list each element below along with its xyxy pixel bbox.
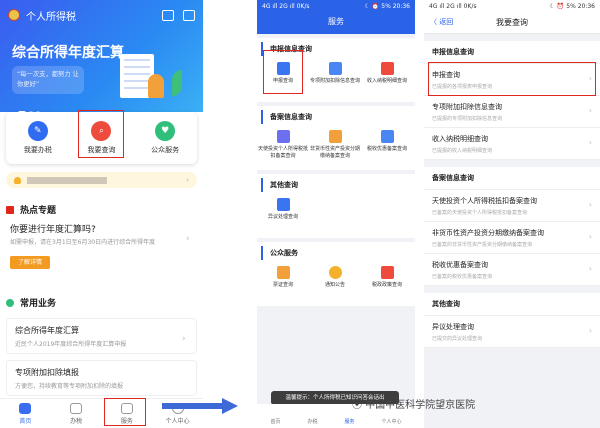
action-public-service[interactable]: ♥ 公众服务: [141, 121, 189, 155]
document-icon: [70, 402, 83, 414]
list-item[interactable]: 天使投资个人所得税抵扣备案查询 已备案的天使投资个人所得税抵扣备案查询 ›: [424, 190, 600, 222]
chevron-right-icon: ›: [588, 138, 592, 147]
highlight-query-box: [78, 110, 124, 158]
scan-icon[interactable]: [162, 9, 174, 21]
notice-bar[interactable]: ›: [6, 172, 197, 188]
masked-notice-text: [27, 176, 107, 184]
pen-icon: ✎: [27, 121, 48, 141]
tab-tax[interactable]: 办税: [56, 402, 96, 425]
chevron-right-icon: ›: [588, 264, 592, 273]
plant-illustration: [172, 70, 182, 96]
list-item[interactable]: 专项附加扣除信息查询 已提报的专项附加扣除信息查询 ›: [424, 96, 600, 128]
coin-icon: [328, 130, 342, 143]
app-title: 个人所得税: [26, 11, 76, 23]
query-header: 4G ıll 2G ıll 0K/s ☾ ⏰ 5% 20:36 〈 返回 我要查询: [424, 0, 600, 34]
flow-arrow-icon: [162, 398, 238, 414]
chevron-right-icon: ›: [588, 106, 592, 115]
grid-item-notice[interactable]: 通知公告: [309, 260, 361, 302]
grid-item-income-query[interactable]: 收入纳税明细查询: [361, 56, 413, 98]
highlight-service-tab: [104, 398, 146, 426]
grid-item-policy-query[interactable]: 税政政策查询: [361, 260, 413, 302]
group-public-service: 公众服务 票证查询 通知公告 税政政策查询: [257, 242, 415, 306]
banner-title: 综合所得年度汇算: [12, 45, 124, 61]
list-icon: [276, 198, 290, 211]
grid-item-nonmonetary-assets[interactable]: 非货币性资产投资分期缴纳备案查询: [309, 124, 361, 166]
tab-home[interactable]: 首页: [5, 402, 45, 425]
service-screen: 4G ıll 2G ıll 0K/s ☾ ⏰ 5% 20:36 服务 申报信息查询…: [257, 0, 415, 428]
grid-item-tax-preference[interactable]: 税收优惠备案查询: [361, 124, 413, 166]
file-icon: [328, 62, 342, 75]
chevron-right-icon: ›: [588, 232, 592, 241]
business-item[interactable]: 综合所得年度汇算 近民个人2019年度综合所得年度汇算申报: [6, 318, 197, 354]
section-declaration-query: 申报信息查询 申报查询 已提报的各项报表申报查询 › 专项附加扣除信息查询 已提报的专…: [424, 41, 600, 160]
list-item[interactable]: 非货币性资产投资分期缴纳备案查询 已备案的非货币性资产投资分期缴纳备案查询 ›: [424, 222, 600, 254]
document-icon: [380, 130, 394, 143]
clover-icon: [6, 298, 14, 307]
back-button[interactable]: 〈 返回: [430, 17, 453, 27]
group-other-query: 其他查询 异议处理查询: [257, 174, 415, 238]
action-tax-handling[interactable]: ✎ 我要办税: [14, 121, 62, 155]
chevron-right-icon: ›: [186, 176, 189, 184]
query-screen: 4G ıll 2G ıll 0K/s ☾ ⏰ 5% 20:36 〈 返回 我要查询…: [424, 0, 600, 428]
hot-topic-title[interactable]: 你要进行年度汇算吗?: [10, 222, 96, 235]
grid-item-objection-query[interactable]: 异议处理查询: [257, 192, 309, 234]
shield-icon: ♥: [155, 121, 176, 141]
book-icon: [380, 266, 394, 279]
chevron-right-icon: ›: [588, 200, 592, 209]
home-screen: 个人所得税 综合所得年度汇算 “每一次支，都努力 让你更好” ✎ 我要办税 ⌕ …: [0, 0, 203, 428]
grid-item-angel-investment[interactable]: 天使投资个人所得税抵扣备案查询: [257, 124, 309, 166]
carousel-indicator[interactable]: [18, 100, 43, 112]
chevron-right-icon: ›: [588, 326, 592, 335]
bookmark-icon: [6, 205, 14, 214]
shield-icon: [380, 62, 394, 75]
tab-tax[interactable]: 办税: [307, 418, 317, 425]
bell-icon: [328, 266, 342, 279]
ticket-icon: [276, 266, 290, 279]
highlight-declaration-query: [428, 62, 596, 96]
home-icon: [19, 402, 32, 414]
group-filing-query: 备案信息查询 天使投资个人所得税抵扣备案查询 非货币性资产投资分期缴纳备案查询 …: [257, 106, 415, 170]
home-header: 个人所得税: [0, 0, 203, 30]
chevron-right-icon: ›: [182, 334, 186, 344]
list-item[interactable]: 税收优惠备案查询 已备案的税收优惠备案查询 ›: [424, 254, 600, 286]
business-item[interactable]: 专项附加扣除填报 方便您，持续教育等专项附加扣除的填报: [6, 360, 197, 396]
common-business-header: 常用业务: [6, 296, 56, 309]
message-icon[interactable]: [183, 9, 195, 21]
hero-banner[interactable]: 个人所得税 综合所得年度汇算 “每一次支，都努力 让你更好”: [0, 0, 203, 112]
tab-home[interactable]: 首页: [270, 418, 280, 425]
hot-topic-subtitle: 如需申报，请在3月1日至6月30日内进行综合所得年度: [10, 239, 156, 246]
hot-topics-header: 热点专题: [6, 203, 56, 216]
person-icon: [276, 130, 290, 143]
person-illustration: [148, 74, 164, 98]
list-item[interactable]: 异议处理查询 已提交的异议处理查询 ›: [424, 316, 600, 348]
list-item[interactable]: 收入纳税明细查询 已提报的收入纳税明细查询 ›: [424, 128, 600, 160]
highlight-declaration-query: [263, 50, 303, 94]
grid-item-deduction-query[interactable]: 专项附加扣除信息查询: [309, 56, 361, 98]
banner-slogan: “每一次支，都努力 让你更好”: [12, 66, 84, 94]
service-title: 服务: [328, 17, 344, 26]
watermark: ⦿ 中国中医科学院望京医院: [352, 400, 476, 411]
chevron-right-icon: ›: [186, 234, 190, 244]
bell-icon: [14, 176, 21, 184]
grid-item-ticket-query[interactable]: 票证查询: [257, 260, 309, 302]
learn-more-button[interactable]: 了解详情: [10, 256, 50, 269]
status-bar: 4G ıll 2G ıll 0K/s ☾ ⏰ 5% 20:36: [429, 2, 595, 10]
tax-emblem-icon: [8, 9, 20, 21]
section-other-query: 其他查询 异议处理查询 已提交的异议处理查询 ›: [424, 293, 600, 348]
service-header: 4G ıll 2G ıll 0K/s ☾ ⏰ 5% 20:36 服务: [257, 0, 415, 34]
tab-service[interactable]: 服务: [344, 418, 354, 425]
tab-profile[interactable]: 个人中心: [381, 418, 401, 425]
section-filing-query: 备案信息查询 天使投资个人所得税抵扣备案查询 已备案的天使投资个人所得税抵扣备案查…: [424, 167, 600, 286]
status-bar: 4G ıll 2G ıll 0K/s ☾ ⏰ 5% 20:36: [262, 2, 410, 10]
